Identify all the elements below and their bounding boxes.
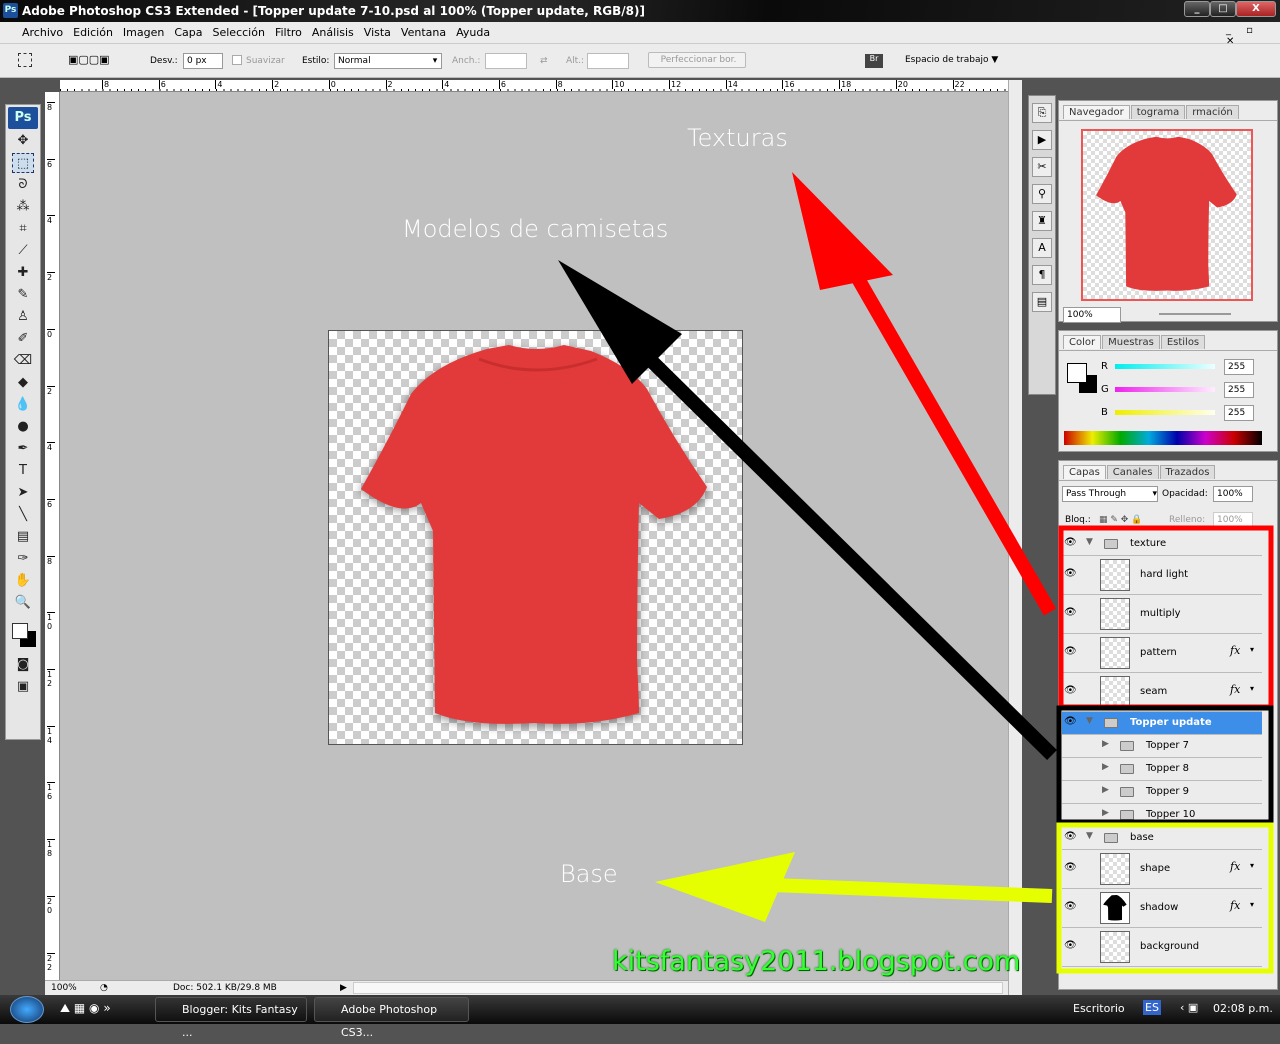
quick-launch-icons[interactable]: ⛰ ▦ ◉ » bbox=[60, 1001, 111, 1016]
black-arrow bbox=[558, 260, 1057, 760]
clock: 02:08 p.m. bbox=[1213, 1002, 1273, 1015]
texture-highlight-box bbox=[1058, 525, 1274, 710]
task-photoshop[interactable]: Adobe Photoshop CS3... bbox=[314, 997, 469, 1039]
base-highlight-box bbox=[1056, 822, 1274, 974]
annotation-modelos: Modelos de camisetas bbox=[402, 215, 669, 243]
language-indicator[interactable]: ES bbox=[1143, 1000, 1161, 1015]
task-blogger[interactable]: Blogger: Kits Fantasy ... bbox=[155, 997, 307, 1039]
yellow-arrow bbox=[655, 852, 1053, 922]
start-button[interactable] bbox=[10, 996, 44, 1023]
watermark-text: kitsfantasy2011.blogspot.com bbox=[612, 946, 1021, 977]
network-icon[interactable]: ‹ ▣ bbox=[1180, 1001, 1198, 1014]
annotation-texturas: Texturas bbox=[687, 124, 788, 152]
annotation-overlay bbox=[558, 172, 1274, 974]
models-highlight-box bbox=[1056, 705, 1274, 825]
taskbar: ⛰ ▦ ◉ » Blogger: Kits Fantasy ... Adobe … bbox=[0, 995, 1280, 1039]
escritorio-toolbar[interactable]: Escritorio bbox=[1073, 1002, 1125, 1015]
annotation-base: Base bbox=[560, 860, 618, 888]
